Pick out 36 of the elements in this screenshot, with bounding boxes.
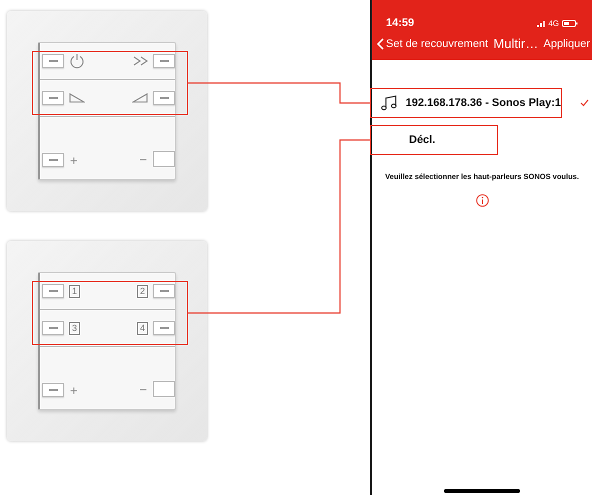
switch-key[interactable] [153, 321, 175, 335]
switch-key[interactable] [153, 54, 175, 68]
off-option[interactable]: Décl. [370, 125, 498, 155]
switch-key[interactable] [153, 91, 175, 105]
plus-sign: + [70, 154, 78, 166]
battery-icon [562, 20, 578, 27]
music-note-icon [381, 95, 398, 111]
info-icon [476, 194, 488, 208]
number-label: 2 [137, 284, 148, 298]
switch-key[interactable] [42, 383, 64, 397]
apply-button[interactable]: Appliquer [544, 36, 590, 52]
switch-key[interactable] [42, 91, 64, 105]
number-label: 3 [69, 322, 80, 334]
switch-key[interactable] [42, 54, 64, 68]
signal-icon [537, 20, 546, 27]
ramp-up-icon [132, 92, 148, 104]
switch-key[interactable] [153, 381, 175, 397]
power-icon [69, 53, 85, 69]
ramp-down-icon [69, 92, 85, 104]
plus-sign: + [70, 384, 78, 396]
speaker-item[interactable]: 192.168.178.36 - Sonos Play:1 [370, 88, 562, 118]
number-label: 1 [69, 284, 80, 298]
switch-key[interactable] [153, 151, 175, 167]
number-label: 4 [137, 322, 148, 334]
minus-sign: − [139, 382, 147, 396]
network-label: 4G [548, 18, 559, 30]
status-time: 14:59 [386, 16, 414, 32]
double-chevron-icon [133, 54, 148, 68]
switch-key[interactable] [42, 284, 64, 298]
screen-title: Multir… [493, 35, 538, 53]
switch-key[interactable] [42, 321, 64, 335]
back-button[interactable]: Set de recouvrement [377, 36, 488, 52]
minus-sign: − [139, 152, 147, 166]
switch-key[interactable] [153, 284, 175, 298]
switch-key[interactable] [42, 153, 64, 167]
back-chevron-icon [377, 38, 384, 50]
